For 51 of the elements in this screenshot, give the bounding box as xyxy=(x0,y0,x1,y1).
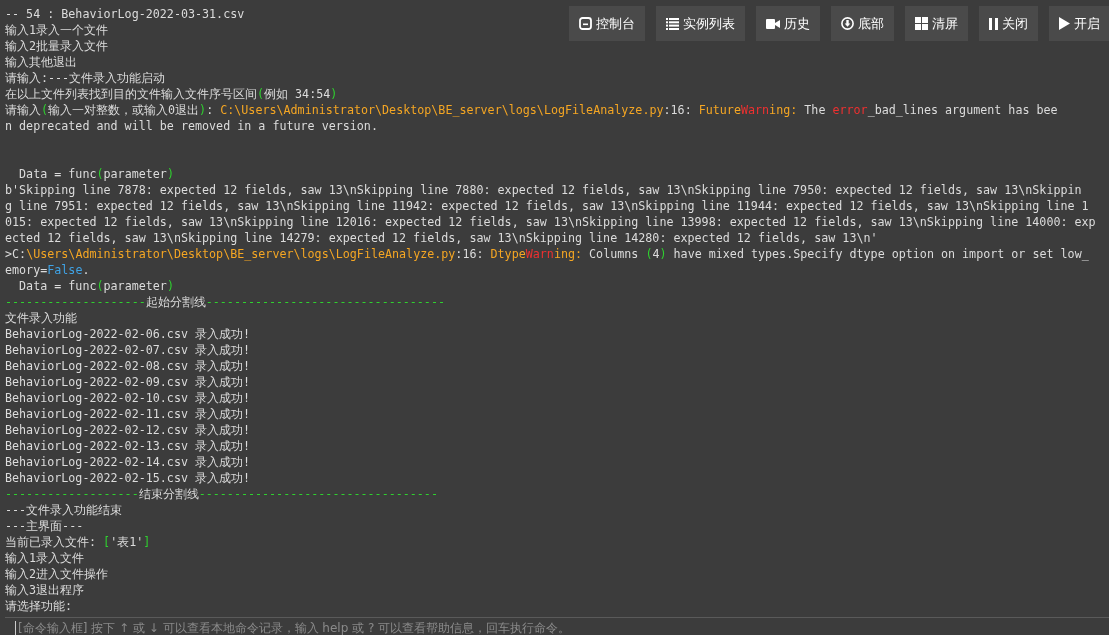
console-line: 输入3退出程序 xyxy=(5,582,85,598)
console-line: 文件录入功能 xyxy=(5,310,77,326)
console-line: -------------------结束分割线---------------------------------- xyxy=(5,486,438,502)
list-icon xyxy=(666,17,679,30)
toolbar-button[interactable]: 底部 xyxy=(831,6,894,41)
toolbar-button[interactable]: 清屏 xyxy=(905,6,968,41)
download-icon xyxy=(841,17,854,30)
video-camera-icon xyxy=(766,18,780,29)
console-line: 请选择功能: xyxy=(5,598,73,614)
console-line: BehaviorLog-2022-02-07.csv 录入成功! xyxy=(5,342,251,358)
toolbar-button[interactable]: 关闭 xyxy=(979,6,1038,41)
console-line: ---主界面--- xyxy=(5,518,84,534)
pause-icon xyxy=(989,17,998,30)
console-icon xyxy=(579,17,592,30)
console-line: ected 12 fields, saw 13\nSkipping line 14279: expected 12 fields, saw 13\nSkipping line 14280: expected 12 fields, saw 13\n' xyxy=(5,230,878,246)
console-line: 当前已录入文件: ['表1'] xyxy=(5,534,151,550)
command-input-field[interactable]: [命令输入框] 按下 ↑ 或 ↓ 可以查看本地命令记录，输入 help 或 ? 可以查看帮助信息，回车执行命令。 xyxy=(15,621,718,635)
console-line: BehaviorLog-2022-02-14.csv 录入成功! xyxy=(5,454,251,470)
console-line: >C:\Users\Administrator\Desktop\BE_server\logs\LogFileAnalyze.py:16: DtypeWarning: Columns (4) have mixed types.Specify dtype option on import or set low_ xyxy=(5,246,1089,262)
console-line: ---文件录入功能结束 xyxy=(5,502,123,518)
console-line: 请输入:---文件录入功能启动 xyxy=(5,70,166,86)
console-line: n deprecated and will be removed in a future version. xyxy=(5,118,378,134)
console-line: 在以上文件列表找到目的文件输入文件序号区间(例如 34:54) xyxy=(5,86,338,102)
console-line: 输入1录入一个文件 xyxy=(5,22,109,38)
console-line: Data = func(parameter) xyxy=(18,278,174,294)
console-line: -- 54 : BehaviorLog-2022-03-31.csv xyxy=(5,6,245,22)
toolbar-button[interactable]: 开启 xyxy=(1049,6,1109,41)
console-line: BehaviorLog-2022-02-06.csv 录入成功! xyxy=(5,326,251,342)
toolbar-button[interactable]: 历史 xyxy=(756,6,820,41)
console-line: Data = func(parameter) xyxy=(18,166,174,182)
console-line: BehaviorLog-2022-02-09.csv 录入成功! xyxy=(5,374,251,390)
console-line: 输入1录入文件 xyxy=(5,550,85,566)
console-line: 请输入(输入一对整数，或输入0退出): C:\Users\Administrator\Desktop\BE_server\logs\LogFileAnalyze.py:16: FutureWarning: The error_bad_lines argument has bee xyxy=(5,102,1058,118)
console-line: BehaviorLog-2022-02-10.csv 录入成功! xyxy=(5,390,251,406)
console-line: BehaviorLog-2022-02-11.csv 录入成功! xyxy=(5,406,251,422)
console-line: BehaviorLog-2022-02-13.csv 录入成功! xyxy=(5,438,251,454)
console-line: 015: expected 12 fields, saw 13\nSkipping line 12016: expected 12 fields, saw 13\nSkipping line 13998: expected 12 fields, saw 13\nSkipping line 14000: exp xyxy=(5,214,1096,230)
console-line: BehaviorLog-2022-02-12.csv 录入成功! xyxy=(5,422,251,438)
console-line: BehaviorLog-2022-02-15.csv 录入成功! xyxy=(5,470,251,486)
play-icon xyxy=(1059,17,1070,30)
console-line: BehaviorLog-2022-02-08.csv 录入成功! xyxy=(5,358,251,374)
toolbar-button[interactable]: 控制台 xyxy=(569,6,645,41)
console-line: g line 7951: expected 12 fields, saw 13\nSkipping line 11942: expected 12 fields, saw 13\nSkipping line 11944: expected 12 fields, saw 13\nSkipping line 1 xyxy=(5,198,1089,214)
console-line: emory=False. xyxy=(5,262,90,278)
toolbar-button[interactable]: 实例列表 xyxy=(656,6,745,41)
console-line: 输入2批量录入文件 xyxy=(5,38,109,54)
console-line: 输入2进入文件操作 xyxy=(5,566,109,582)
grid-icon xyxy=(915,17,928,30)
console-line: 输入其他退出 xyxy=(5,54,77,70)
console-line: b'Skipping line 7878: expected 12 fields, saw 13\nSkipping line 7880: expected 12 fields, saw 13\nSkipping line 7950: expected 12 fields, saw 13\nSkippin xyxy=(5,182,1082,198)
console-line: --------------------起始分割线---------------------------------- xyxy=(5,294,445,310)
